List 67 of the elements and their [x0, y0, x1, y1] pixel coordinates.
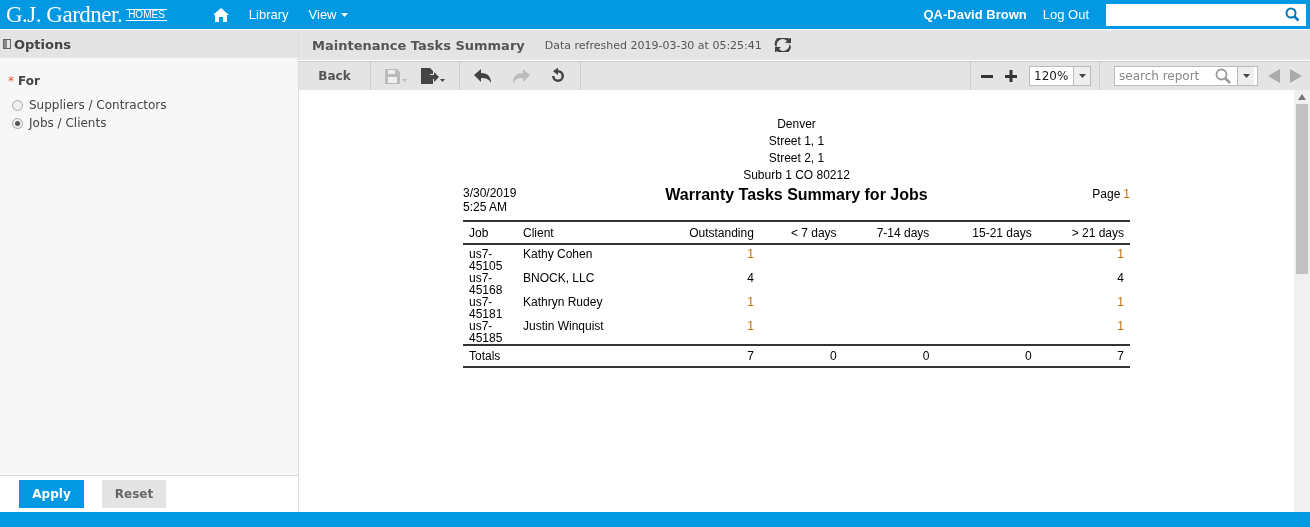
column-header: > 21 days	[1037, 221, 1130, 244]
column-header: Outstanding	[649, 221, 760, 244]
refresh-icon[interactable]	[773, 38, 792, 52]
radio-option[interactable]: Suppliers / Contractors	[12, 98, 286, 112]
address-line: Denver	[776, 116, 817, 133]
table-cell: 0	[759, 345, 843, 367]
report-heading: Warranty Tasks Summary for Jobs	[665, 186, 928, 204]
table-cell[interactable]: 1	[1037, 320, 1130, 345]
table-cell: Kathy Cohen	[517, 244, 650, 272]
zoom-in-icon[interactable]	[1005, 70, 1017, 82]
caret-icon[interactable]	[1242, 74, 1250, 78]
scroll-up-icon[interactable]	[1298, 94, 1306, 100]
report-search-field[interactable]: search report	[1114, 66, 1258, 86]
table-cell[interactable]: 1	[649, 296, 760, 320]
table-cell: Totals	[463, 345, 517, 367]
table-cell: 7	[649, 345, 760, 367]
search-icon[interactable]	[1285, 7, 1300, 22]
column-header: < 7 days	[759, 221, 843, 244]
column-header: Job	[463, 221, 517, 244]
column-header: Client	[517, 221, 650, 244]
home-icon[interactable]	[212, 7, 229, 22]
table-cell-text: 4	[746, 272, 755, 287]
logo-badge: HOMES	[126, 8, 167, 21]
scrollbar[interactable]	[1294, 90, 1310, 512]
panel-title: Options	[14, 36, 71, 52]
page-label: Page	[1092, 187, 1121, 201]
address-line: Suburb 1 CO 80212	[743, 167, 850, 184]
logo-text: G.J. Gardner.	[6, 1, 123, 28]
search-field[interactable]	[1106, 3, 1306, 26]
table-cell[interactable]: 1	[649, 244, 760, 272]
column-header: 15-21 days	[935, 221, 1038, 244]
zoom-select[interactable]: 120%	[1029, 66, 1091, 86]
address-line: Street 2, 1	[767, 150, 826, 167]
caret-icon[interactable]	[1078, 74, 1086, 78]
export-icon[interactable]	[421, 68, 445, 84]
reset-button[interactable]: Reset	[102, 480, 166, 508]
radio-option[interactable]: Jobs / Clients	[12, 116, 286, 130]
table-cell: 0	[842, 345, 936, 367]
address-line: Street 1, 1	[767, 133, 826, 150]
report-title: Maintenance Tasks Summary	[312, 37, 525, 53]
table-cell-text: BNOCK, LLC	[522, 272, 596, 287]
column-header: 7-14 days	[842, 221, 936, 244]
table-cell[interactable]: 1	[1037, 296, 1130, 320]
report-date: 3/30/2019	[463, 186, 518, 200]
table-cell: us7-45185	[463, 320, 517, 345]
refresh-time: Data refreshed 2019-03-30 at 05:25:41	[544, 38, 762, 52]
table-cell: 7	[1037, 345, 1130, 367]
page-number: 1	[1123, 187, 1130, 201]
logout-link[interactable]: Log Out	[1042, 7, 1089, 22]
view-menu[interactable]: View	[308, 7, 348, 22]
reset-icon[interactable]	[550, 68, 566, 84]
search-icon[interactable]	[1215, 68, 1231, 84]
field-label: For	[18, 74, 40, 88]
apply-button[interactable]: Apply	[19, 480, 84, 508]
report-time: 5:25 AM	[463, 200, 509, 214]
table-cell[interactable]: 1	[1037, 244, 1130, 272]
panel-icon[interactable]	[3, 39, 11, 49]
table-cell-text: Kathryn Rudey	[522, 296, 604, 311]
nav-link[interactable]: Library	[248, 7, 289, 22]
table-cell[interactable]: 1	[649, 320, 760, 345]
user-name[interactable]: QA-David Brown	[923, 7, 1027, 22]
table-cell: Justin Winquist	[517, 320, 650, 345]
undo-icon[interactable]	[474, 69, 492, 83]
table-cell-text: 4	[1116, 272, 1125, 287]
table-cell: 0	[935, 345, 1038, 367]
required-mark: *	[8, 74, 14, 88]
caret-icon	[340, 12, 348, 17]
